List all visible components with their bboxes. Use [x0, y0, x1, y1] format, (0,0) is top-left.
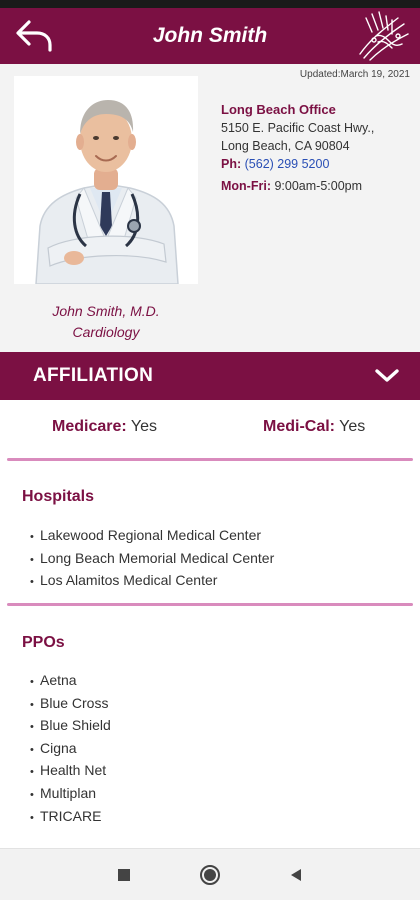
- affiliation-toggle[interactable]: AFFILIATION: [0, 352, 420, 400]
- coverage-row: Medicare: Yes Medi-Cal: Yes: [0, 400, 420, 460]
- list-item: Aetna: [30, 670, 111, 693]
- back-button[interactable]: [14, 16, 54, 56]
- section-divider: [7, 603, 413, 606]
- office-name: Long Beach Office: [221, 102, 336, 117]
- list-item: Lakewood Regional Medical Center: [30, 525, 274, 548]
- doctor-specialty: Cardiology: [72, 324, 140, 340]
- office-address-line2: Long Beach, CA 90804: [221, 139, 350, 153]
- ppos-list: Aetna Blue Cross Blue Shield Cigna Healt…: [30, 670, 111, 828]
- hours-value: 9:00am-5:00pm: [274, 179, 363, 193]
- hospitals-list: Lakewood Regional Medical Center Long Be…: [30, 525, 274, 593]
- doctor-photo: [14, 76, 198, 284]
- list-item: TRICARE: [30, 806, 111, 829]
- app-header: John Smith: [0, 8, 420, 64]
- home-button[interactable]: [198, 863, 222, 887]
- section-divider: [7, 458, 413, 461]
- phone-label: Ph:: [221, 157, 242, 171]
- chevron-down-icon: [375, 369, 399, 382]
- phone-link[interactable]: (562) 299 5200: [245, 157, 330, 171]
- list-item: Multiplan: [30, 783, 111, 806]
- system-nav-bar: [0, 848, 420, 900]
- ppos-title: PPOs: [22, 634, 65, 651]
- updated-date: Updated:March 19, 2021: [299, 69, 410, 80]
- square-icon: [118, 869, 130, 881]
- office-info: Long Beach Office 5150 E. Pacific Coast …: [221, 101, 416, 195]
- office-phone-row: Ph: (562) 299 5200: [221, 155, 416, 173]
- medical-label: Medi-Cal:: [263, 418, 335, 435]
- affiliation-title: AFFILIATION: [33, 365, 154, 386]
- circle-icon: [200, 865, 220, 885]
- list-item: Blue Cross: [30, 693, 111, 716]
- list-item: Health Net: [30, 760, 111, 783]
- list-item: Los Alamitos Medical Center: [30, 570, 274, 593]
- recents-button[interactable]: [112, 863, 136, 887]
- list-item: Long Beach Memorial Medical Center: [30, 548, 274, 571]
- system-back-button[interactable]: [284, 863, 308, 887]
- doctor-name: John Smith, M.D.: [52, 303, 160, 319]
- hospitals-title: Hospitals: [22, 488, 95, 505]
- triangle-back-icon: [291, 869, 301, 881]
- medical-value: Yes: [339, 418, 366, 435]
- office-address-line1: 5150 E. Pacific Coast Hwy.,: [221, 121, 375, 135]
- medical-status: Medi-Cal: Yes: [263, 418, 365, 436]
- list-item: Blue Shield: [30, 715, 111, 738]
- status-bar: [0, 0, 420, 8]
- back-arrow-icon: [16, 20, 52, 52]
- office-hours-row: Mon-Fri: 9:00am-5:00pm: [221, 177, 416, 195]
- profile-card: Updated:March 19, 2021 John Smith, M.D. …: [0, 64, 420, 352]
- medicare-status: Medicare: Yes: [52, 418, 157, 436]
- list-item: Cigna: [30, 738, 111, 761]
- hours-label: Mon-Fri:: [221, 179, 271, 193]
- brand-logo-icon: [352, 10, 414, 62]
- medicare-label: Medicare:: [52, 418, 127, 435]
- medicare-value: Yes: [130, 418, 157, 435]
- doctor-caption: John Smith, M.D. Cardiology: [14, 301, 198, 343]
